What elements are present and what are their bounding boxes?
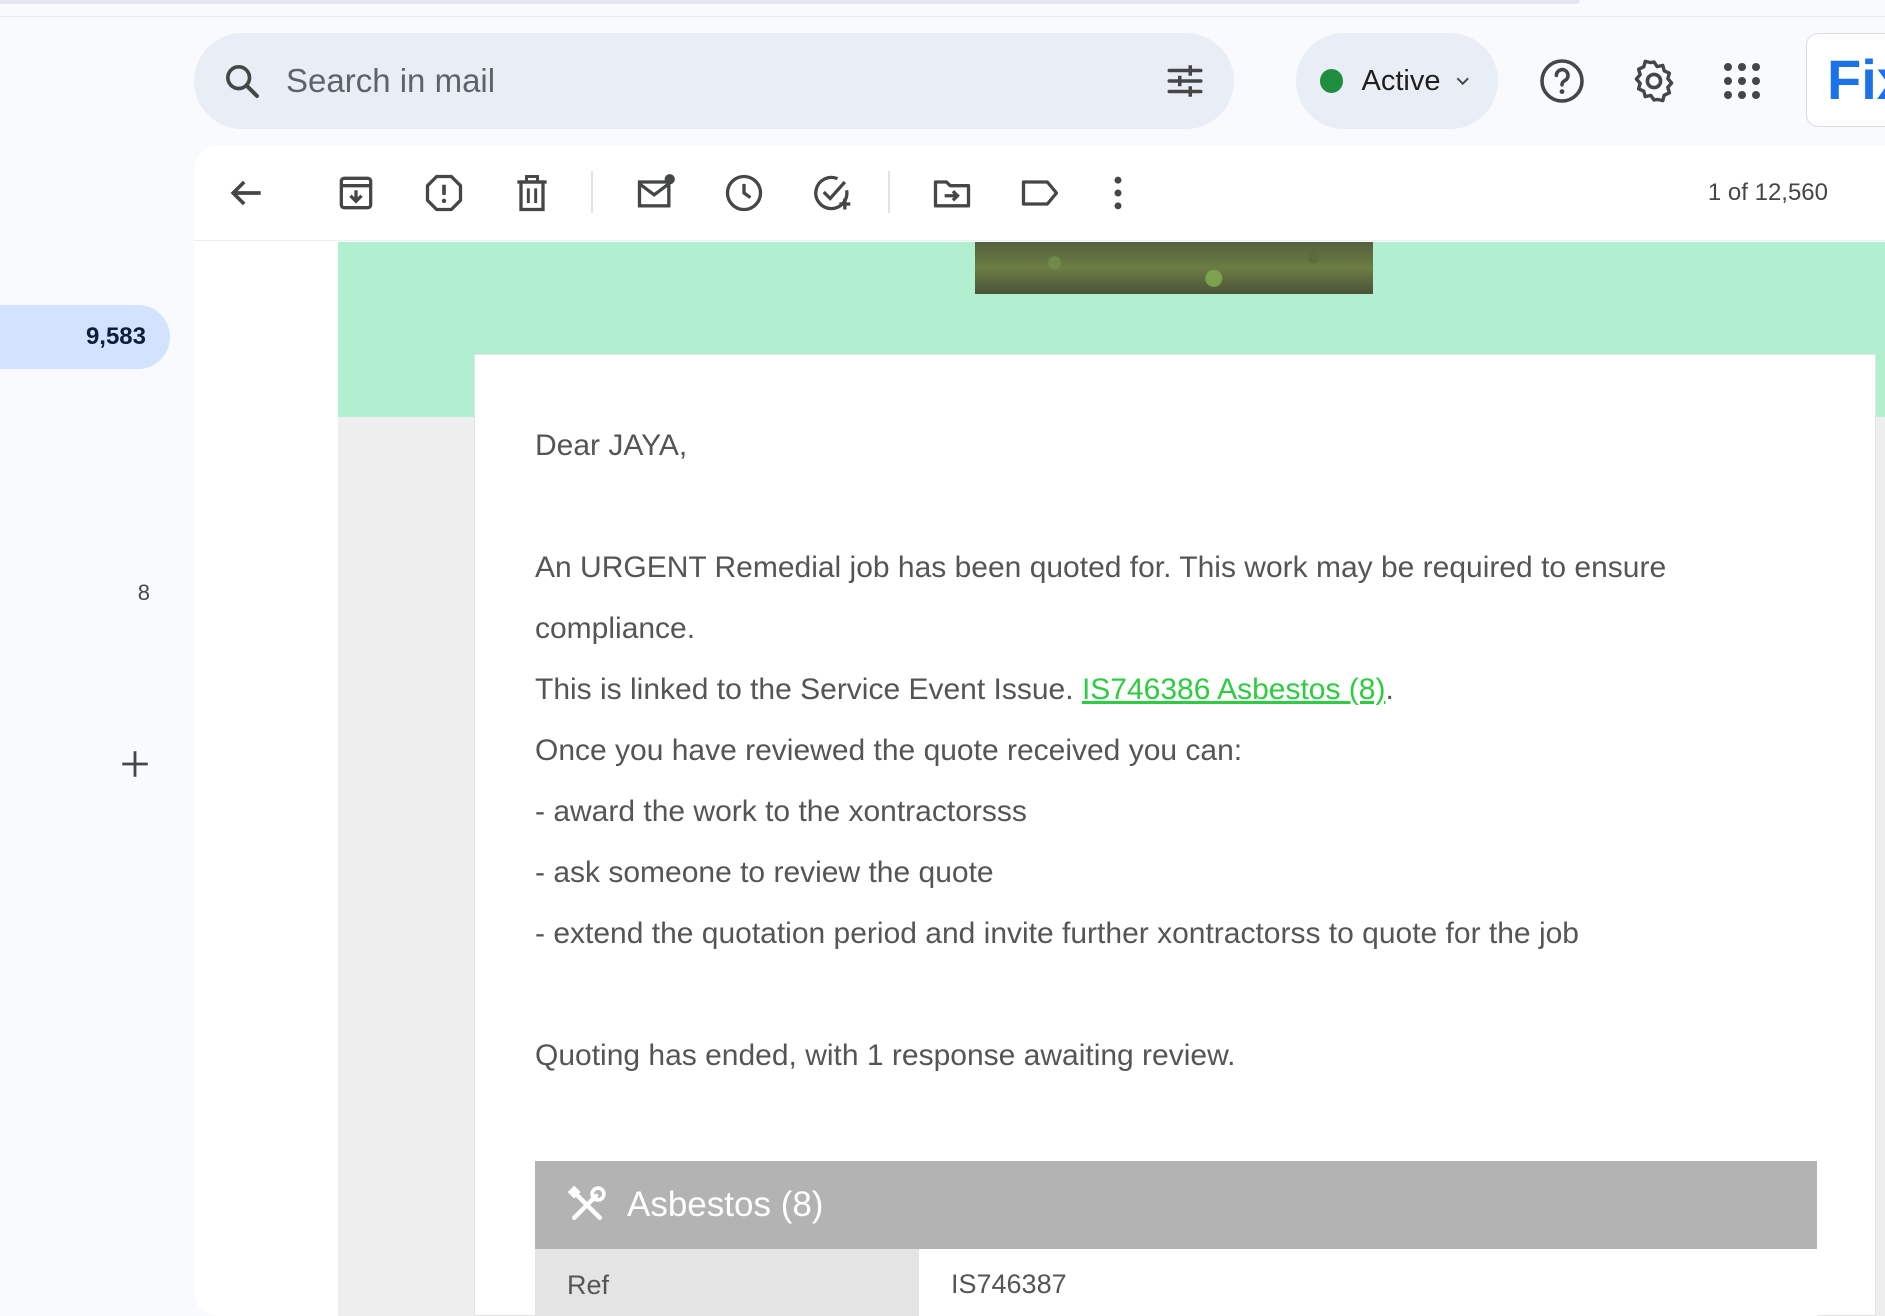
- status-dot: [1320, 69, 1344, 93]
- email-text: Dear JAYA, An URGENT Remedial job has be…: [535, 415, 1815, 1086]
- help-icon[interactable]: [1538, 57, 1586, 105]
- message-view: 1 of 12,560 Dear JAYA, An URGENT Remedia…: [194, 145, 1885, 1316]
- job-header: Asbestos (8): [535, 1161, 1817, 1249]
- delete-icon[interactable]: [510, 171, 554, 215]
- search-input[interactable]: [284, 61, 1154, 101]
- add-task-icon[interactable]: [810, 171, 854, 215]
- message-toolbar: 1 of 12,560: [194, 145, 1885, 241]
- move-to-folder-icon[interactable]: [930, 171, 974, 215]
- snooze-clock-icon[interactable]: [722, 171, 766, 215]
- add-label-icon[interactable]: [118, 747, 152, 781]
- label-icon[interactable]: [1018, 171, 1062, 215]
- back-arrow-icon[interactable]: [224, 171, 268, 215]
- job-title: Asbestos (8): [627, 1185, 824, 1224]
- job-summary-table: Asbestos (8) Ref IS746387: [535, 1161, 1817, 1316]
- status-selector[interactable]: Active: [1296, 33, 1498, 129]
- service-event-link[interactable]: IS746386 Asbestos (8): [1082, 673, 1386, 706]
- linked-issue-line: This is linked to the Service Event Issu…: [535, 659, 1815, 720]
- top-divider: [0, 16, 1885, 17]
- gear-icon[interactable]: [1630, 57, 1678, 105]
- more-vertical-icon[interactable]: [1096, 171, 1140, 215]
- quoting-status: Quoting has ended, with 1 response await…: [535, 1039, 1236, 1072]
- option-item: - ask someone to review the quote: [535, 856, 994, 889]
- intro-paragraph: An URGENT Remedial job has been quoted f…: [535, 551, 1667, 645]
- review-intro: Once you have reviewed the quote receive…: [535, 734, 1243, 767]
- account-brand-logo[interactable]: Fix: [1806, 33, 1885, 127]
- message-pager: 1 of 12,560: [1707, 179, 1828, 206]
- top-progress-line: [0, 0, 1580, 4]
- table-row: Ref IS746387: [535, 1249, 1817, 1316]
- report-spam-icon[interactable]: [422, 171, 466, 215]
- row-value: IS746387: [919, 1249, 1817, 1316]
- archive-icon[interactable]: [334, 171, 378, 215]
- email-body: Dear JAYA, An URGENT Remedial job has be…: [338, 242, 1885, 1316]
- status-label: Active: [1361, 64, 1441, 97]
- search-options-icon[interactable]: [1164, 60, 1206, 102]
- tools-icon: [567, 1185, 606, 1221]
- chevron-down-icon: [1457, 77, 1470, 86]
- greeting: Dear JAYA,: [535, 429, 688, 462]
- option-item: - extend the quotation period and invite…: [535, 917, 1579, 950]
- apps-grid-icon[interactable]: [1718, 57, 1766, 105]
- toolbar-divider: [591, 171, 593, 213]
- search-bar[interactable]: [194, 33, 1234, 129]
- linked-suffix: .: [1385, 673, 1394, 706]
- mark-unread-icon[interactable]: [634, 171, 678, 215]
- toolbar-divider: [888, 171, 890, 213]
- linked-prefix: This is linked to the Service Event Issu…: [535, 673, 1074, 706]
- search-icon[interactable]: [222, 61, 262, 101]
- hero-image: [975, 242, 1373, 294]
- label-count: 8: [137, 580, 150, 605]
- email-content-panel: Dear JAYA, An URGENT Remedial job has be…: [474, 354, 1876, 1316]
- inbox-unread-count[interactable]: 9,583: [0, 305, 170, 369]
- option-item: - award the work to the xontractorsss: [535, 795, 1027, 828]
- row-label: Ref: [535, 1249, 919, 1316]
